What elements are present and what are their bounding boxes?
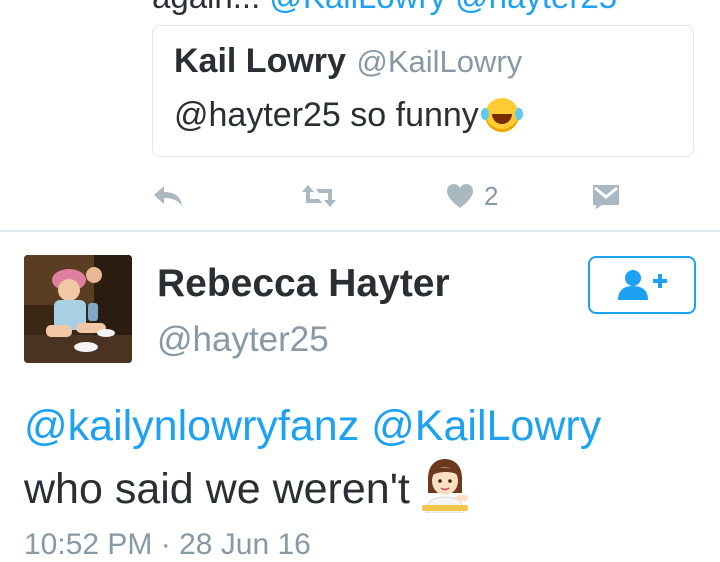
tweet-timestamp: 10:52 PM · 28 Jun 16 xyxy=(24,528,311,561)
previous-mention-1[interactable]: @KailLowry xyxy=(269,0,446,15)
direct-message-button[interactable] xyxy=(592,178,620,214)
previous-tweet-text-prefix: again... xyxy=(152,0,260,15)
author-name[interactable]: Rebecca Hayter xyxy=(157,262,450,306)
quoted-author-name: Kail Lowry xyxy=(174,42,346,80)
quoted-tweet-header: Kail Lowry @KailLowry xyxy=(174,42,522,81)
heart-icon xyxy=(447,184,473,208)
tweet-divider xyxy=(0,230,720,232)
previous-mention-2[interactable]: @hayter25 xyxy=(455,0,617,15)
tweet-text: @kailynlowryfanz @KailLowry who said we … xyxy=(24,395,601,520)
quoted-author-handle: @KailLowry xyxy=(356,44,523,79)
mention-kailynlowryfanz[interactable]: @kailynlowryfanz xyxy=(24,402,359,450)
mention-kaillowry[interactable]: @KailLowry xyxy=(371,402,601,450)
information-desk-person-icon xyxy=(421,459,468,513)
tweet-action-bar: 2 xyxy=(0,178,720,214)
follow-button[interactable] xyxy=(588,256,696,314)
like-button[interactable]: 2 xyxy=(446,178,498,214)
quoted-tweet-text: @hayter25 so funny xyxy=(174,96,519,135)
reply-icon xyxy=(154,186,182,206)
tweet-text-line-2: who said we weren't xyxy=(24,457,601,520)
previous-tweet-text: again... @KailLowry @hayter25 xyxy=(152,0,617,16)
avatar[interactable] xyxy=(24,255,132,363)
face-with-tears-of-joy-icon xyxy=(480,98,519,132)
retweet-icon xyxy=(302,185,336,207)
like-count: 2 xyxy=(484,180,499,211)
quoted-tweet-body: @hayter25 so funny xyxy=(174,96,479,134)
direct-message-icon xyxy=(593,185,619,209)
tweet-text-body: who said we weren't xyxy=(24,465,410,513)
reply-button[interactable] xyxy=(152,178,184,214)
author-handle[interactable]: @hayter25 xyxy=(157,320,329,360)
follow-user-icon xyxy=(618,270,667,300)
quoted-tweet-card[interactable]: Kail Lowry @KailLowry @hayter25 so funny xyxy=(152,25,694,157)
tweet-text-line-1: @kailynlowryfanz @KailLowry xyxy=(24,395,601,457)
retweet-button[interactable] xyxy=(300,178,338,214)
avatar-photo xyxy=(24,255,132,363)
